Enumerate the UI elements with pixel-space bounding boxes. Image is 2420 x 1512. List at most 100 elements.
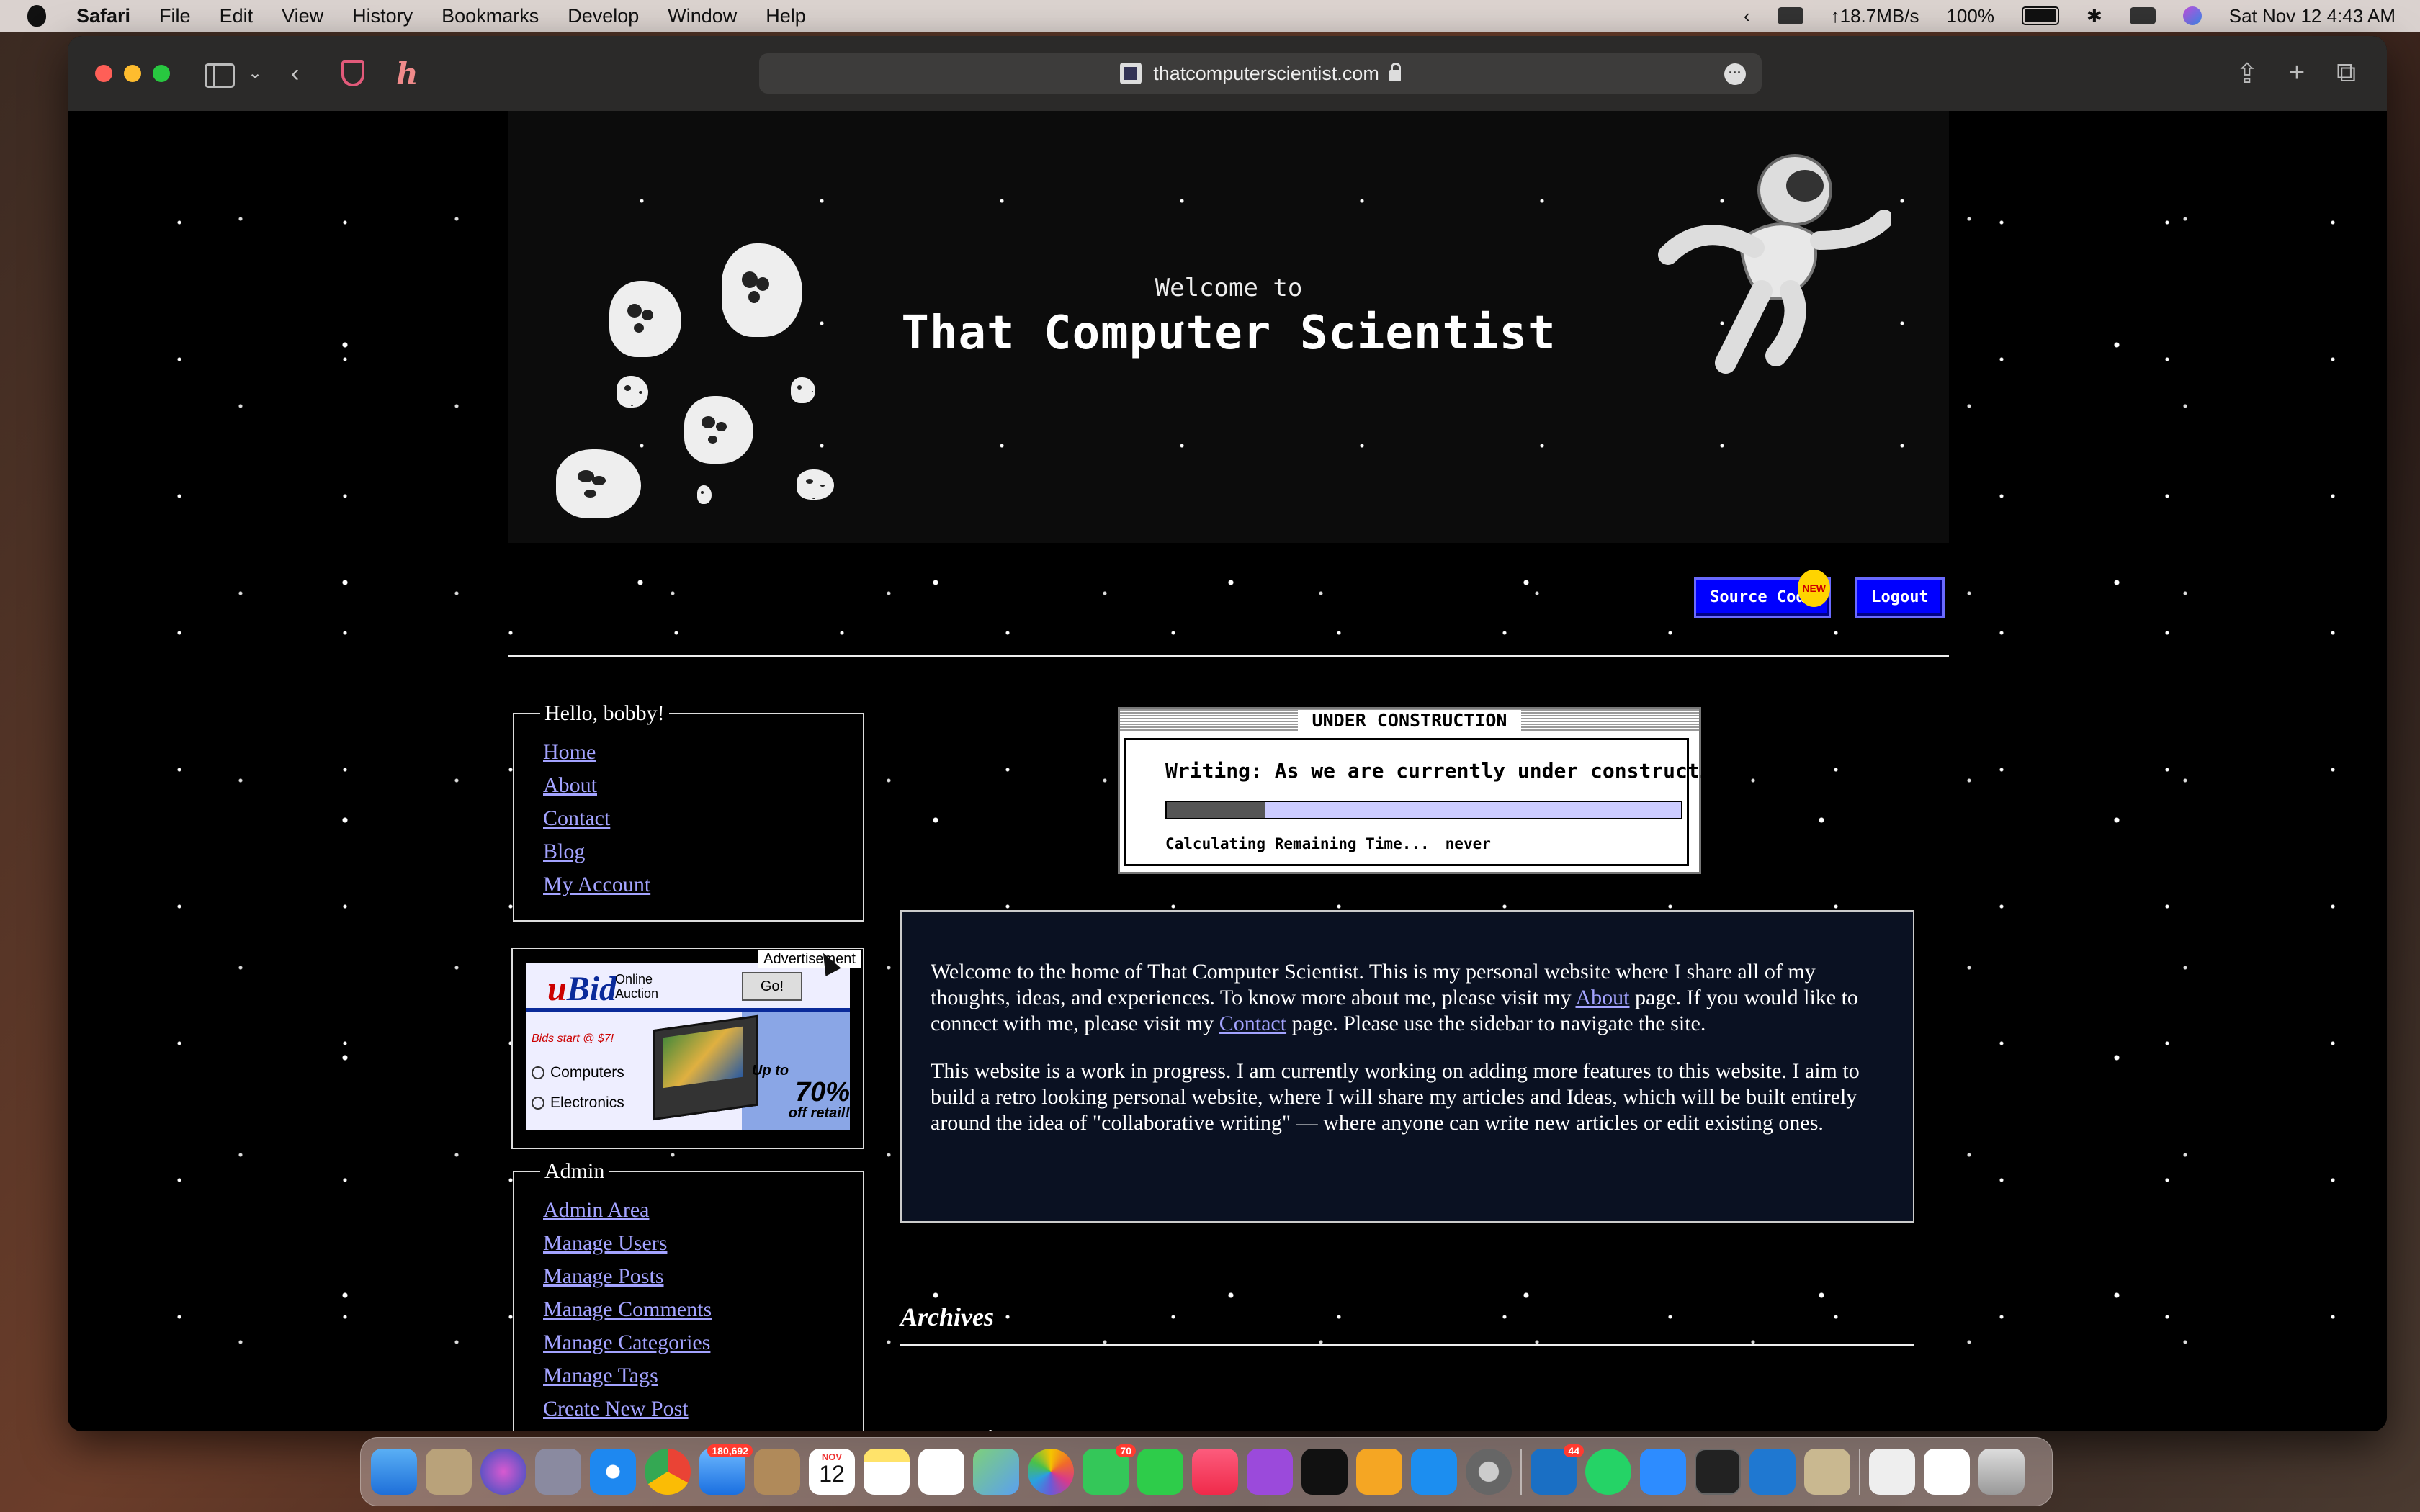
ubid-banner-ad[interactable]: uuBidBid OnlineAuction Go! Bids start @ … bbox=[526, 963, 850, 1130]
zoom-icon[interactable] bbox=[1640, 1449, 1686, 1495]
cyberduck-icon[interactable] bbox=[1804, 1449, 1850, 1495]
asteroid-icon bbox=[617, 376, 648, 408]
web-page: Welcome to That Computer Scientist Sourc… bbox=[68, 111, 2387, 1431]
share-icon[interactable]: ⇪ bbox=[2236, 58, 2259, 90]
calendar-icon[interactable]: NOV 12 bbox=[809, 1449, 855, 1495]
sidebar-toggle-icon[interactable] bbox=[205, 63, 235, 88]
nav-link-blog[interactable]: Blog bbox=[543, 840, 585, 863]
minimize-window-button[interactable] bbox=[124, 65, 141, 82]
construction-status-value: never bbox=[1445, 835, 1491, 852]
ad-brand: uuBidBid bbox=[547, 970, 617, 1008]
honey-extension-icon[interactable]: h bbox=[396, 56, 418, 91]
welcome-paragraph-1: Welcome to the home of That Computer Sci… bbox=[931, 960, 1858, 1035]
inline-link-about[interactable]: About bbox=[1576, 986, 1630, 1009]
dock: 180,692 NOV 12 70 44 bbox=[360, 1437, 2053, 1506]
admin-link-manage-categories[interactable]: Manage Categories bbox=[543, 1331, 710, 1354]
admin-link-manage-posts[interactable]: Manage Posts bbox=[543, 1264, 664, 1288]
ad-bids-text: Bids start @ $7! bbox=[532, 1032, 614, 1045]
apple-menu-icon[interactable] bbox=[27, 5, 46, 27]
nav-link-home[interactable]: Home bbox=[543, 740, 596, 764]
source-code-button[interactable]: Source Code NEW bbox=[1694, 570, 1831, 618]
finder-icon[interactable] bbox=[371, 1449, 417, 1495]
admin-link-admin-area[interactable]: Admin Area bbox=[543, 1198, 649, 1222]
menu-view[interactable]: View bbox=[282, 5, 323, 27]
safari-dock-icon[interactable] bbox=[590, 1449, 636, 1495]
dictionary-icon[interactable] bbox=[1924, 1449, 1970, 1495]
mail-icon[interactable]: 180,692 bbox=[699, 1444, 753, 1495]
construction-progress-bar bbox=[1165, 801, 1682, 819]
apple-tv-icon[interactable] bbox=[1301, 1449, 1348, 1495]
facetime-icon[interactable] bbox=[1137, 1449, 1183, 1495]
podcasts-icon[interactable] bbox=[1247, 1449, 1293, 1495]
reminders-icon[interactable] bbox=[918, 1449, 964, 1495]
siri-icon[interactable] bbox=[2182, 6, 2202, 25]
construction-text: Writing: As we are currently under const… bbox=[1165, 759, 1749, 783]
notes-icon[interactable] bbox=[864, 1449, 910, 1495]
logout-button[interactable]: Logout bbox=[1855, 577, 1945, 618]
tab-overview-icon[interactable]: ⧉ bbox=[2336, 58, 2356, 89]
menu-develop[interactable]: Develop bbox=[568, 5, 639, 27]
dock-separator bbox=[1520, 1449, 1522, 1495]
messages-icon[interactable]: 70 bbox=[1083, 1444, 1136, 1495]
admin-link-manage-tags[interactable]: Manage Tags bbox=[543, 1364, 658, 1387]
asteroid-icon bbox=[697, 485, 712, 504]
menu-app-name[interactable]: Safari bbox=[76, 5, 130, 27]
back-arrow-icon[interactable]: ‹ bbox=[291, 58, 299, 89]
siri-app-icon[interactable] bbox=[480, 1449, 526, 1495]
menu-window[interactable]: Window bbox=[668, 5, 737, 27]
trash-icon[interactable] bbox=[1978, 1449, 2025, 1495]
app-store-icon[interactable] bbox=[1411, 1449, 1457, 1495]
music-icon[interactable] bbox=[1192, 1449, 1238, 1495]
system-preferences-icon[interactable] bbox=[1466, 1449, 1512, 1495]
admin-link-create-new-post[interactable]: Create New Post bbox=[543, 1397, 689, 1421]
chrome-icon[interactable] bbox=[645, 1449, 691, 1495]
menu-help[interactable]: Help bbox=[766, 5, 806, 27]
chevron-down-icon[interactable]: ⌄ bbox=[248, 58, 262, 89]
shield-app-icon[interactable] bbox=[1869, 1449, 1915, 1495]
launchpad-icon[interactable] bbox=[535, 1449, 581, 1495]
new-tab-icon[interactable]: + bbox=[2289, 58, 2305, 89]
outlook-icon[interactable]: 44 bbox=[1531, 1444, 1584, 1495]
nav-link-about[interactable]: About bbox=[543, 773, 597, 797]
zoom-window-button[interactable] bbox=[153, 65, 170, 82]
whatsapp-icon[interactable] bbox=[1585, 1449, 1631, 1495]
ad-option-electronics[interactable]: Electronics bbox=[532, 1094, 624, 1112]
welcome-paragraph-2: This website is a work in progress. I am… bbox=[931, 1059, 1860, 1135]
address-bar[interactable]: thatcomputerscientist.com ··· bbox=[759, 53, 1762, 94]
battery-icon[interactable] bbox=[2021, 6, 2059, 25]
photos-icon[interactable] bbox=[1028, 1449, 1074, 1495]
control-center-icon[interactable] bbox=[2129, 7, 2156, 24]
menubar-clock[interactable]: Sat Nov 12 4:43 AM bbox=[2229, 5, 2396, 27]
terminal-icon[interactable] bbox=[1695, 1449, 1741, 1495]
nav-link-my-account[interactable]: My Account bbox=[543, 873, 650, 896]
more-options-icon[interactable]: ··· bbox=[1724, 63, 1746, 85]
menu-bookmarks[interactable]: Bookmarks bbox=[442, 5, 539, 27]
contacts-icon[interactable] bbox=[754, 1449, 800, 1495]
vscode-icon[interactable] bbox=[1749, 1449, 1796, 1495]
automator-icon[interactable] bbox=[426, 1449, 472, 1495]
menu-bar: Safari File Edit View History Bookmarks … bbox=[0, 0, 2420, 32]
admin-link-manage-users[interactable]: Manage Users bbox=[543, 1231, 667, 1255]
maps-icon[interactable] bbox=[973, 1449, 1019, 1495]
bluetooth-icon[interactable]: ✱ bbox=[2087, 5, 2102, 27]
privacy-shield-icon[interactable] bbox=[341, 60, 364, 86]
ad-tagline: Online Auction bbox=[615, 972, 659, 1001]
network-speed[interactable]: ↑18.7MB/s bbox=[1831, 5, 1919, 27]
nav-link-contact[interactable]: Contact bbox=[543, 806, 610, 830]
new-badge: NEW bbox=[1798, 570, 1830, 607]
menu-history[interactable]: History bbox=[352, 5, 413, 27]
coffee-icon[interactable] bbox=[1777, 7, 1803, 24]
books-icon[interactable] bbox=[1356, 1449, 1402, 1495]
menu-edit[interactable]: Edit bbox=[220, 5, 254, 27]
ad-go-button[interactable]: Go! bbox=[742, 972, 802, 1001]
admin-link-manage-comments[interactable]: Manage Comments bbox=[543, 1297, 712, 1321]
admin-legend: Admin bbox=[544, 1159, 605, 1183]
inline-link-contact[interactable]: Contact bbox=[1219, 1012, 1286, 1035]
close-window-button[interactable] bbox=[95, 65, 112, 82]
menu-file[interactable]: File bbox=[159, 5, 191, 27]
ad-option-computers[interactable]: Computers bbox=[532, 1064, 624, 1081]
battery-percent: 100% bbox=[1946, 4, 1994, 27]
chevron-left-icon[interactable]: ‹ bbox=[1744, 5, 1750, 27]
advertisement-box: uuBidBid OnlineAuction Go! Bids start @ … bbox=[511, 948, 864, 1149]
lock-icon bbox=[1389, 63, 1401, 81]
